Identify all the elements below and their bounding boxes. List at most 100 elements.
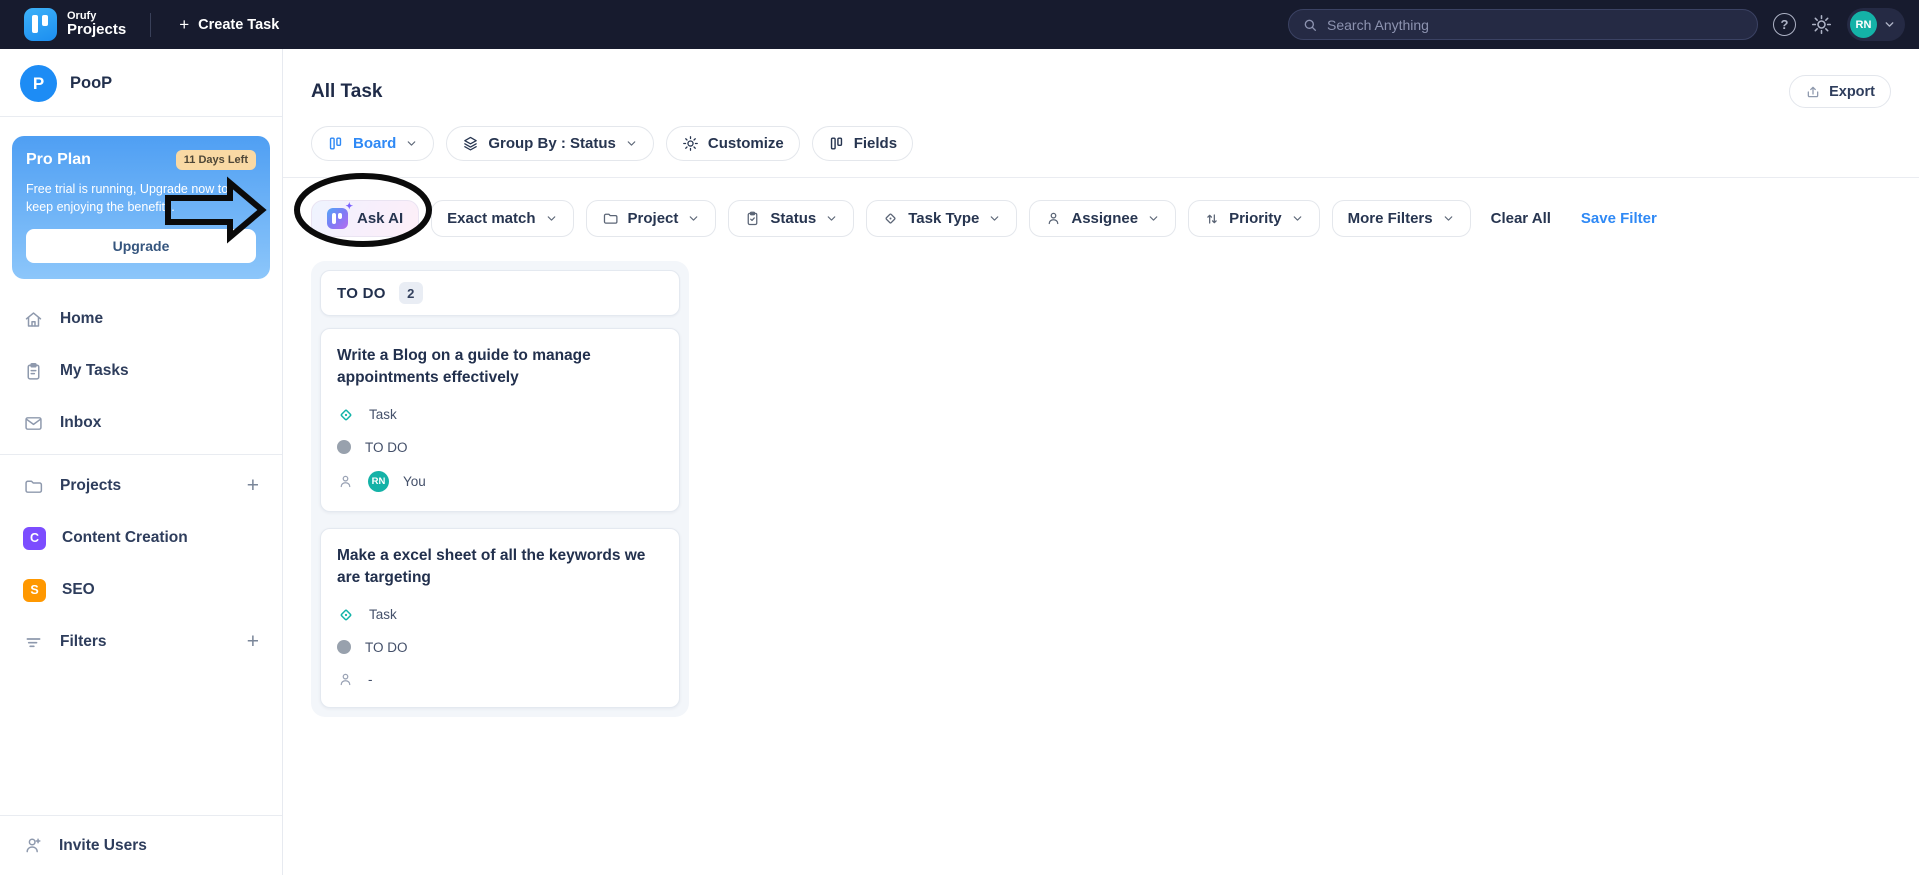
add-project-button[interactable]: +: [247, 474, 259, 498]
page-title: All Task: [311, 80, 383, 102]
gear-icon: [682, 135, 699, 152]
project-label: SEO: [62, 581, 95, 598]
upgrade-button[interactable]: Upgrade: [26, 229, 256, 263]
add-filter-button[interactable]: +: [247, 630, 259, 654]
more-filters-label: More Filters: [1347, 210, 1433, 227]
ask-ai-button[interactable]: ✦ Ask AI: [311, 200, 420, 237]
workspace-switcher[interactable]: P PooP: [0, 49, 282, 116]
invite-users-button[interactable]: Invite Users: [0, 815, 282, 875]
status-filter-label: Status: [770, 210, 817, 227]
more-filters-dropdown[interactable]: More Filters: [1331, 200, 1471, 237]
group-by-label: Group By : Status: [488, 135, 616, 152]
chevron-down-icon: [405, 137, 418, 150]
folder-icon: [602, 210, 619, 227]
customize-button[interactable]: Customize: [665, 126, 800, 161]
status-filter-dropdown[interactable]: Status: [728, 200, 855, 237]
ask-ai-sparkle-icon: ✦: [327, 201, 353, 229]
save-filter-button[interactable]: Save Filter: [1581, 210, 1657, 227]
column-count-badge: 2: [398, 282, 423, 304]
clipboard-check-icon: [744, 210, 761, 227]
search-input[interactable]: [1327, 16, 1744, 33]
invite-user-icon: [23, 835, 44, 856]
home-icon: [23, 309, 44, 330]
task-status-value: TO DO: [365, 439, 408, 455]
kanban-icon: [327, 135, 344, 152]
task-status-value: TO DO: [365, 639, 408, 655]
assignee-icon: [337, 473, 354, 490]
topbar-right: ? RN: [1288, 8, 1905, 41]
plus-icon: +: [179, 14, 190, 34]
chevron-down-icon: [687, 212, 700, 225]
sidebar-divider: [0, 116, 282, 117]
todo-column-header[interactable]: TO DO 2: [320, 270, 680, 316]
sidebar-item-projects[interactable]: Projects +: [0, 460, 282, 512]
sidebar-item-home[interactable]: Home: [0, 293, 282, 345]
fields-label: Fields: [853, 135, 898, 152]
project-filter-dropdown[interactable]: Project: [585, 200, 717, 237]
column-title: TO DO: [337, 284, 386, 302]
workspace-avatar: P: [20, 65, 57, 102]
priority-filter-dropdown[interactable]: Priority: [1188, 200, 1320, 237]
plan-days-left-badge: 11 Days Left: [175, 150, 256, 170]
sidebar-item-label: My Tasks: [60, 362, 129, 379]
status-dot-icon: [337, 440, 351, 455]
status-dot-icon: [337, 640, 351, 655]
project-badge: C: [23, 526, 46, 550]
orufy-logo-icon[interactable]: [24, 8, 57, 41]
task-type-icon: [337, 606, 355, 624]
help-icon[interactable]: ?: [1773, 13, 1796, 36]
filter-icon: [23, 632, 44, 653]
sidebar-divider: [0, 454, 282, 455]
assignee-filter-dropdown[interactable]: Assignee: [1029, 200, 1177, 237]
chevron-down-icon: [988, 212, 1001, 225]
task-type-filter-dropdown[interactable]: Task Type: [866, 200, 1018, 237]
clipboard-icon: [23, 361, 44, 382]
person-icon: [1045, 210, 1062, 227]
kanban-board: TO DO 2 Write a Blog on a guide to manag…: [283, 237, 1919, 717]
fields-button[interactable]: Fields: [811, 126, 914, 161]
project-badge: S: [23, 578, 46, 602]
user-avatar: RN: [1850, 11, 1877, 38]
export-button[interactable]: Export: [1789, 75, 1891, 108]
assignee-icon: [337, 671, 354, 688]
search-bar[interactable]: [1288, 9, 1758, 40]
user-menu[interactable]: RN: [1847, 8, 1905, 41]
task-type-filter-label: Task Type: [908, 210, 980, 227]
customize-label: Customize: [707, 135, 784, 152]
sidebar-item-filters[interactable]: Filters +: [0, 616, 282, 668]
chevron-down-icon: [1883, 18, 1896, 31]
workspace-name: PooP: [70, 74, 113, 92]
sidebar-item-label: Filters: [60, 633, 107, 650]
sidebar: P PooP Pro Plan 11 Days Left Free trial …: [0, 49, 283, 875]
pro-plan-card: Pro Plan 11 Days Left Free trial is runn…: [12, 136, 270, 279]
assignee-avatar: RN: [368, 470, 389, 492]
todo-column: TO DO 2 Write a Blog on a guide to manag…: [311, 261, 689, 717]
exact-match-label: Exact match: [447, 210, 536, 227]
clear-all-button[interactable]: Clear All: [1491, 210, 1551, 227]
sidebar-item-label: Inbox: [60, 414, 102, 431]
sidebar-project-seo[interactable]: S SEO: [0, 564, 282, 616]
exact-match-dropdown[interactable]: Exact match: [431, 200, 574, 237]
sidebar-project-content-creation[interactable]: C Content Creation: [0, 512, 282, 564]
sidebar-nav: Home My Tasks Inbox Projects + C Content…: [0, 285, 282, 668]
main-content: All Task Export Board Group By: Status …: [283, 49, 1919, 875]
task-type-value: Task: [369, 407, 397, 423]
create-task-label: Create Task: [198, 16, 280, 33]
task-title: Make a excel sheet of all the keywords w…: [337, 546, 646, 587]
board-view-label: Board: [353, 135, 397, 152]
plan-title: Pro Plan: [26, 151, 91, 168]
export-icon: [1805, 84, 1821, 100]
export-label: Export: [1829, 83, 1875, 100]
topbar-divider: [150, 12, 152, 37]
group-by-dropdown[interactable]: Group By : Status: [446, 126, 654, 161]
board-view-dropdown[interactable]: Board: [311, 126, 435, 161]
project-filter-label: Project: [627, 210, 679, 227]
sidebar-item-my-tasks[interactable]: My Tasks: [0, 345, 282, 397]
assignee-filter-label: Assignee: [1071, 210, 1139, 227]
task-card[interactable]: Write a Blog on a guide to manage appoin…: [320, 328, 680, 512]
search-icon: [1302, 17, 1318, 33]
settings-gear-icon[interactable]: [1811, 14, 1832, 35]
create-task-button[interactable]: + Create Task: [179, 15, 279, 35]
sidebar-item-inbox[interactable]: Inbox: [0, 397, 282, 449]
task-card[interactable]: Make a excel sheet of all the keywords w…: [320, 527, 680, 708]
